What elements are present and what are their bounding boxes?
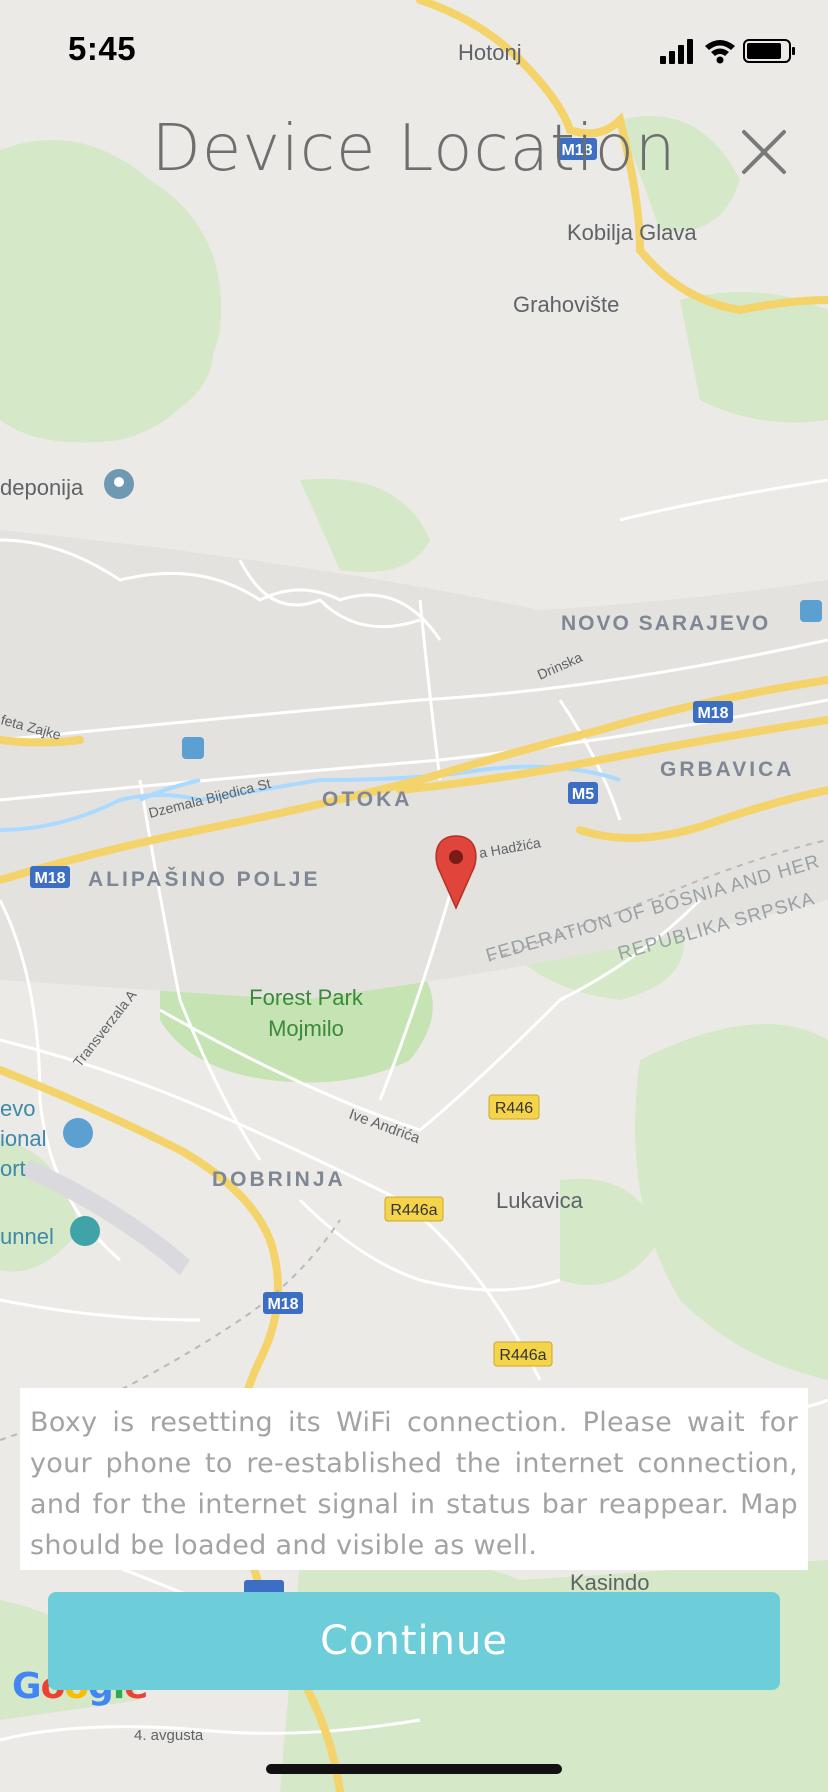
map-label: ALIPAŠINO POLJE xyxy=(88,867,320,891)
map-label: Lukavica xyxy=(496,1188,584,1213)
shield-label: R446a xyxy=(390,1202,437,1219)
wifi-icon xyxy=(705,40,735,64)
shield-label: R446a xyxy=(499,1347,546,1364)
map-label: ional xyxy=(0,1126,46,1151)
status-bar: 5:45 xyxy=(0,0,828,100)
map-label: GRBAVICA xyxy=(660,758,794,781)
map-label: NOVO SARAJEVO xyxy=(561,612,770,635)
status-time: 5:45 xyxy=(68,30,137,67)
signal-icon xyxy=(660,39,693,64)
shield-label: R446 xyxy=(495,1100,533,1117)
shield-label: M18 xyxy=(697,705,728,722)
map-label: Mojmilo xyxy=(268,1016,344,1041)
info-message-text: Boxy is resetting its WiFi connection. P… xyxy=(30,1407,798,1561)
map-label: deponija xyxy=(0,475,84,500)
info-message-box: Boxy is resetting its WiFi connection. P… xyxy=(20,1388,808,1570)
map-label: DOBRINJA xyxy=(212,1168,346,1191)
shield-label: M18 xyxy=(267,1296,298,1313)
map-label: Grahovište xyxy=(513,292,619,317)
map-label: evo xyxy=(0,1096,35,1121)
battery-icon xyxy=(743,39,795,63)
page-title: Device Location xyxy=(151,112,677,186)
map-label: Forest Park xyxy=(249,985,364,1010)
status-icons xyxy=(660,39,795,64)
map-label: Kobilja Glava xyxy=(567,220,697,245)
continue-button[interactable]: Continue xyxy=(48,1592,780,1690)
shield-label: M18 xyxy=(34,870,65,887)
map-label: ort xyxy=(0,1156,26,1181)
map-label: 4. avgusta xyxy=(134,1727,204,1744)
close-icon[interactable] xyxy=(738,126,790,178)
map-label: unnel xyxy=(0,1224,54,1249)
shield-label: M5 xyxy=(572,786,594,803)
map-label: OTOKA xyxy=(322,788,412,811)
home-indicator[interactable] xyxy=(266,1764,562,1774)
